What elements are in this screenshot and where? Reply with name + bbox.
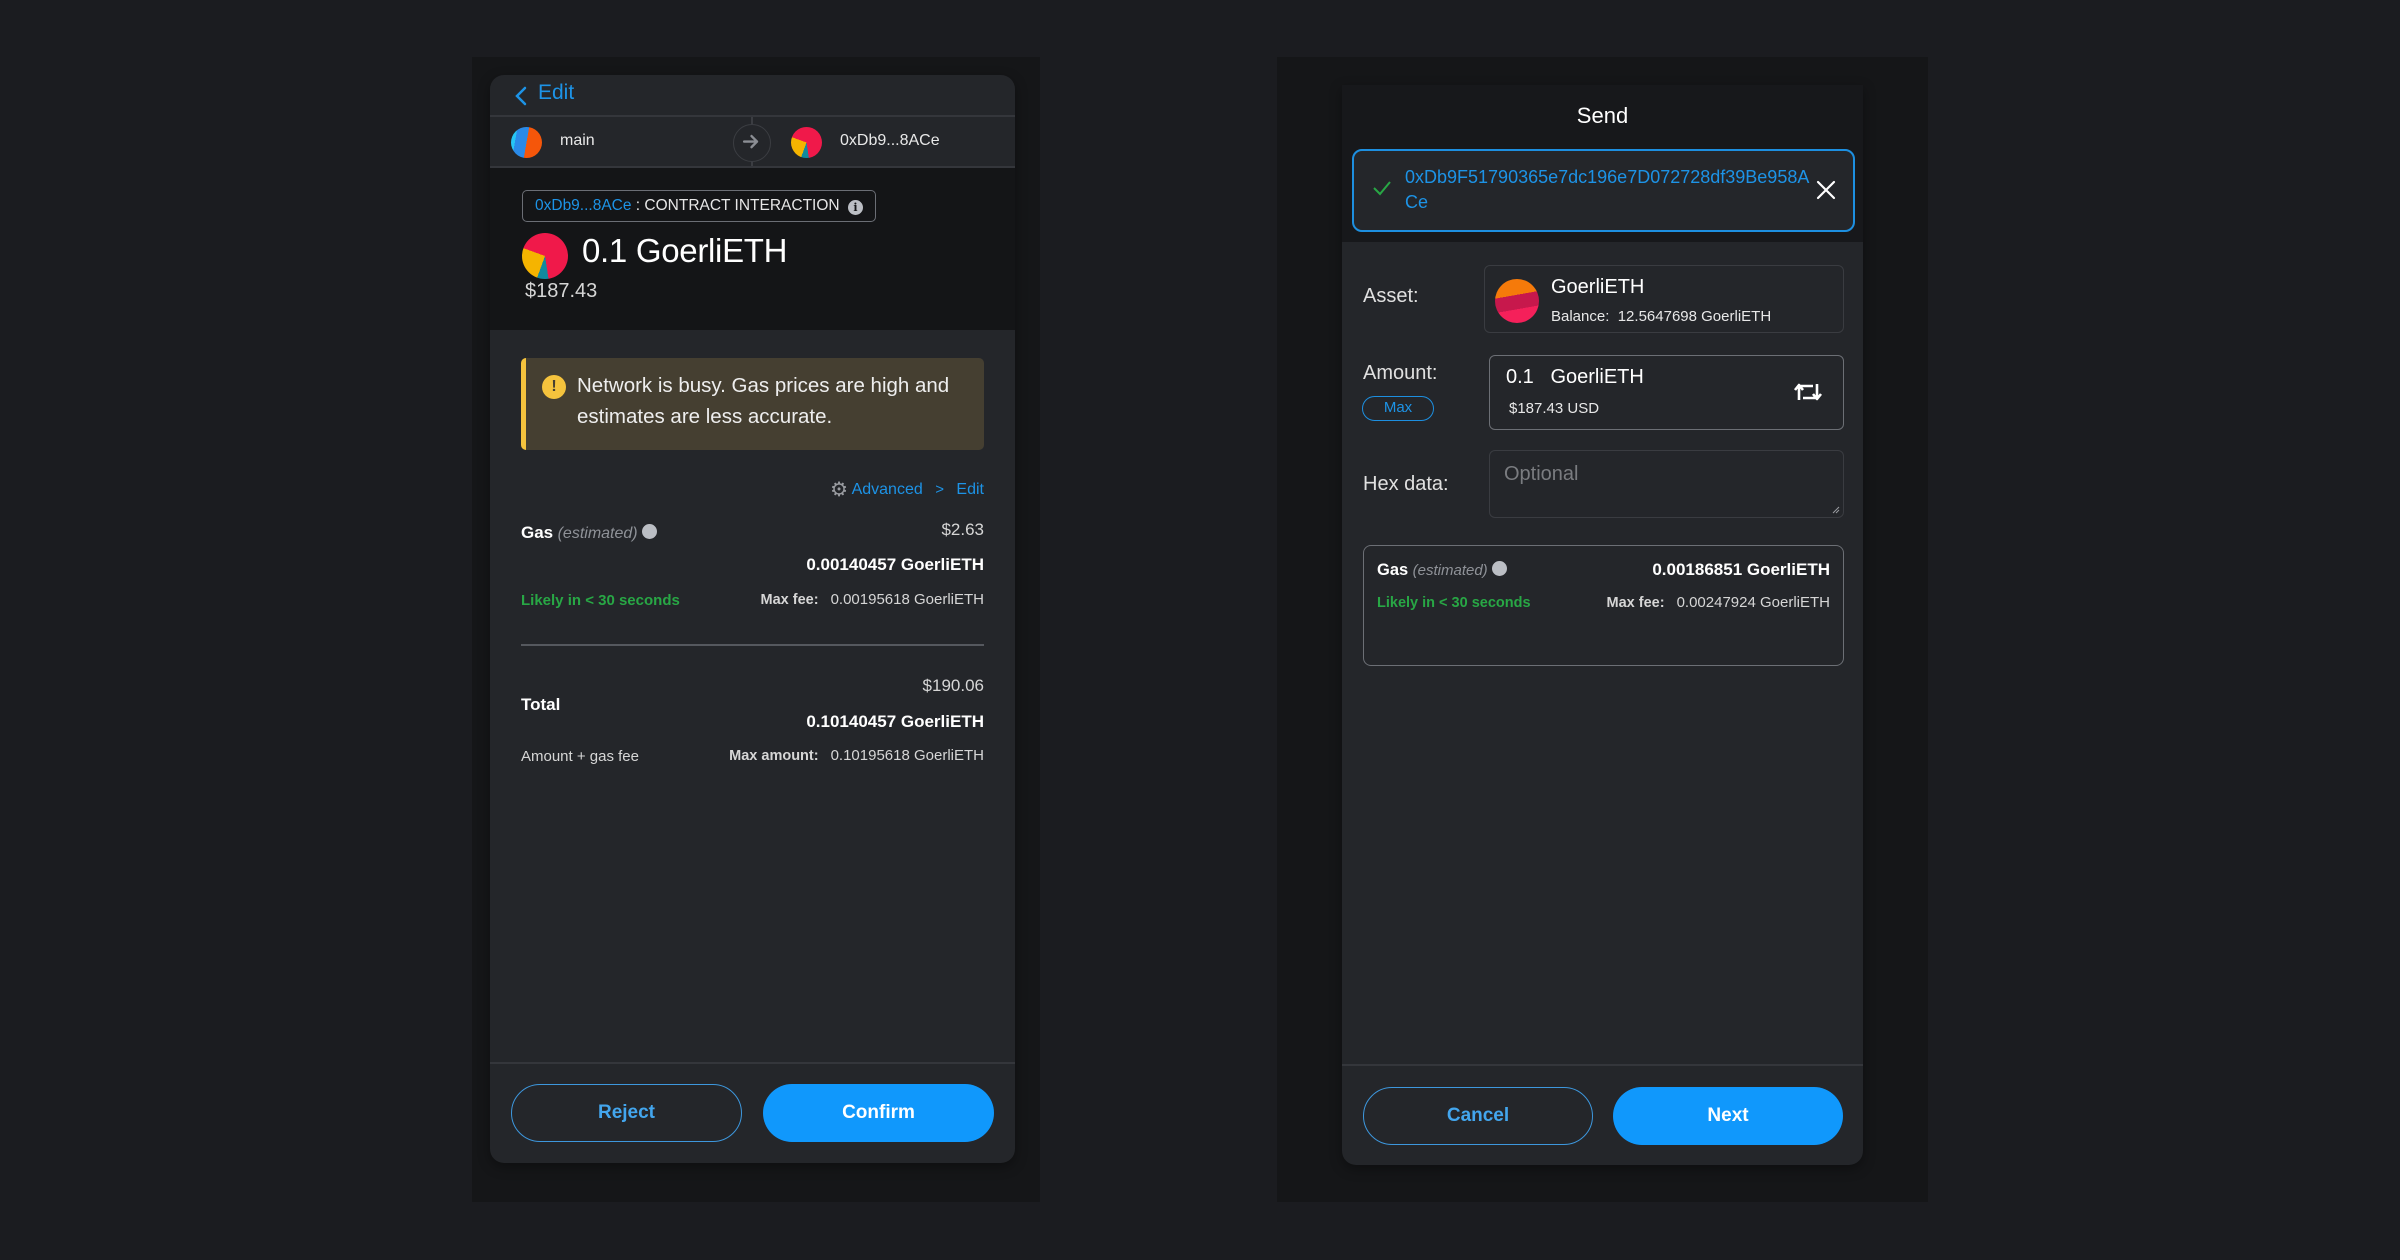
info-icon[interactable]: [1492, 561, 1508, 576]
gas-label: Gas (estimated): [1377, 561, 1508, 580]
amount-label: Amount:: [1363, 362, 1438, 384]
hex-data-label: Hex data:: [1363, 473, 1449, 495]
gas-estimate-box: Gas (estimated) 0.00186851 GoerliETH Lik…: [1363, 545, 1844, 666]
gas-fiat: $2.63: [941, 520, 984, 539]
resize-handle-icon[interactable]: [1832, 506, 1840, 514]
cancel-button[interactable]: Cancel: [1363, 1087, 1593, 1145]
max-fee-label: Max fee:: [760, 592, 819, 608]
balance-label: Balance:: [1551, 308, 1610, 325]
gas-amount: 0.00140457 GoerliETH: [806, 555, 984, 574]
token-identicon: [522, 233, 568, 279]
gas-estimated: (estimated): [557, 525, 638, 542]
max-fee-label: Max fee:: [1606, 595, 1665, 611]
footer-divider: [1342, 1064, 1863, 1066]
send-amount: 0.1 GoerliETH: [582, 232, 788, 269]
gas-label: Gas (estimated): [521, 523, 658, 543]
send-header: Send 0xDb9F51790365e7dc196e7D072728df39B…: [1342, 85, 1863, 242]
amount-value: 0.1 GoerliETH: [1506, 366, 1644, 388]
gear-icon: ⚙: [830, 479, 849, 501]
chevron-right-icon: >: [935, 481, 944, 498]
to-account-identicon: [791, 127, 822, 158]
edit-gas-link[interactable]: Edit: [956, 481, 984, 498]
swap-icon[interactable]: [1793, 380, 1823, 404]
gas-title: Gas: [1377, 561, 1409, 579]
reject-button[interactable]: Reject: [511, 1084, 742, 1142]
max-fee-value: 0.00247924 GoerliETH: [1676, 594, 1830, 611]
recipient-field[interactable]: 0xDb9F51790365e7dc196e7D072728df39Be958A…: [1352, 149, 1855, 232]
max-button[interactable]: Max: [1362, 396, 1434, 421]
max-fee-row: Max fee: 0.00247924 GoerliETH: [1607, 594, 1830, 612]
amount-input[interactable]: 0.1 GoerliETH $187.43 USD: [1489, 355, 1844, 430]
edit-back-link[interactable]: Edit: [538, 81, 574, 105]
send-title: Send: [1576, 103, 1629, 128]
max-amount-row: Max amount: 0.10195618 GoerliETH: [729, 747, 984, 765]
advanced-link[interactable]: Advanced: [852, 481, 923, 498]
max-amount-value: 0.10195618 GoerliETH: [830, 747, 984, 764]
total-fiat: $190.06: [922, 676, 984, 695]
to-account-address[interactable]: 0xDb9...8ACe: [840, 132, 940, 150]
chevron-left-icon[interactable]: [512, 85, 532, 107]
separator: :: [631, 197, 645, 214]
asset-identicon: [1495, 279, 1539, 323]
hex-data-placeholder: Optional: [1504, 463, 1579, 485]
network-busy-warning: ! Network is busy. Gas prices are high a…: [521, 358, 984, 450]
max-fee-value: 0.00195618 GoerliETH: [830, 591, 984, 608]
contract-interaction-label: CONTRACT INTERACTION: [644, 197, 840, 214]
from-account-identicon: [511, 127, 542, 158]
contract-address-link[interactable]: 0xDb9...8ACe: [535, 197, 632, 214]
hex-data-input[interactable]: Optional: [1489, 450, 1844, 518]
gas-speed: Likely in < 30 seconds: [1377, 595, 1531, 611]
check-icon: [1373, 181, 1391, 196]
info-icon[interactable]: i: [847, 200, 863, 215]
arrow-right-icon: [733, 124, 771, 162]
send-panel: Send 0xDb9F51790365e7dc196e7D072728df39B…: [1342, 85, 1863, 1165]
max-fee-row: Max fee: 0.00195618 GoerliETH: [761, 591, 984, 609]
contract-interaction-pill: 0xDb9...8ACe : CONTRACT INTERACTION i: [522, 190, 876, 222]
balance-value: 12.5647698 GoerliETH: [1617, 308, 1772, 325]
info-icon[interactable]: [642, 524, 658, 539]
asset-balance: Balance: 12.5647698 GoerliETH: [1551, 308, 1771, 325]
max-amount-label: Max amount:: [729, 748, 819, 764]
send-amount-fiat: $187.43: [525, 280, 598, 302]
warning-text: Network is busy. Gas prices are high and…: [577, 374, 950, 428]
confirm-button[interactable]: Confirm: [763, 1084, 994, 1142]
edit-header: Edit: [490, 75, 1015, 115]
footer-divider: [490, 1062, 1015, 1064]
confirm-transaction-panel: Edit main 0xDb9...8ACe 0xDb9...8ACe : CO…: [490, 75, 1015, 1163]
close-icon[interactable]: [1815, 179, 1837, 201]
advanced-edit-row: ⚙ Advanced > Edit: [830, 477, 984, 502]
recipient-address: 0xDb9F51790365e7dc196e7D072728df39Be958A…: [1405, 167, 1810, 212]
from-account-name: main: [560, 132, 595, 149]
gas-title: Gas: [521, 523, 554, 542]
gas-amount: 0.00186851 GoerliETH: [1652, 560, 1830, 579]
asset-label: Asset:: [1363, 285, 1419, 307]
asset-selector[interactable]: GoerliETH Balance: 12.5647698 GoerliETH: [1484, 265, 1844, 333]
total-sub-label: Amount + gas fee: [521, 748, 639, 765]
gas-speed: Likely in < 30 seconds: [521, 592, 680, 609]
account-row: main 0xDb9...8ACe: [490, 115, 1015, 168]
divider: [521, 644, 984, 646]
warning-icon: !: [542, 375, 566, 399]
next-button[interactable]: Next: [1613, 1087, 1843, 1145]
amount-fiat: $187.43 USD: [1509, 400, 1600, 417]
total-amount: 0.10140457 GoerliETH: [806, 712, 984, 731]
gas-estimated: (estimated): [1412, 562, 1488, 579]
transaction-summary: 0xDb9...8ACe : CONTRACT INTERACTION i 0.…: [490, 168, 1015, 330]
total-label: Total: [521, 695, 561, 714]
asset-name: GoerliETH: [1551, 276, 1645, 298]
